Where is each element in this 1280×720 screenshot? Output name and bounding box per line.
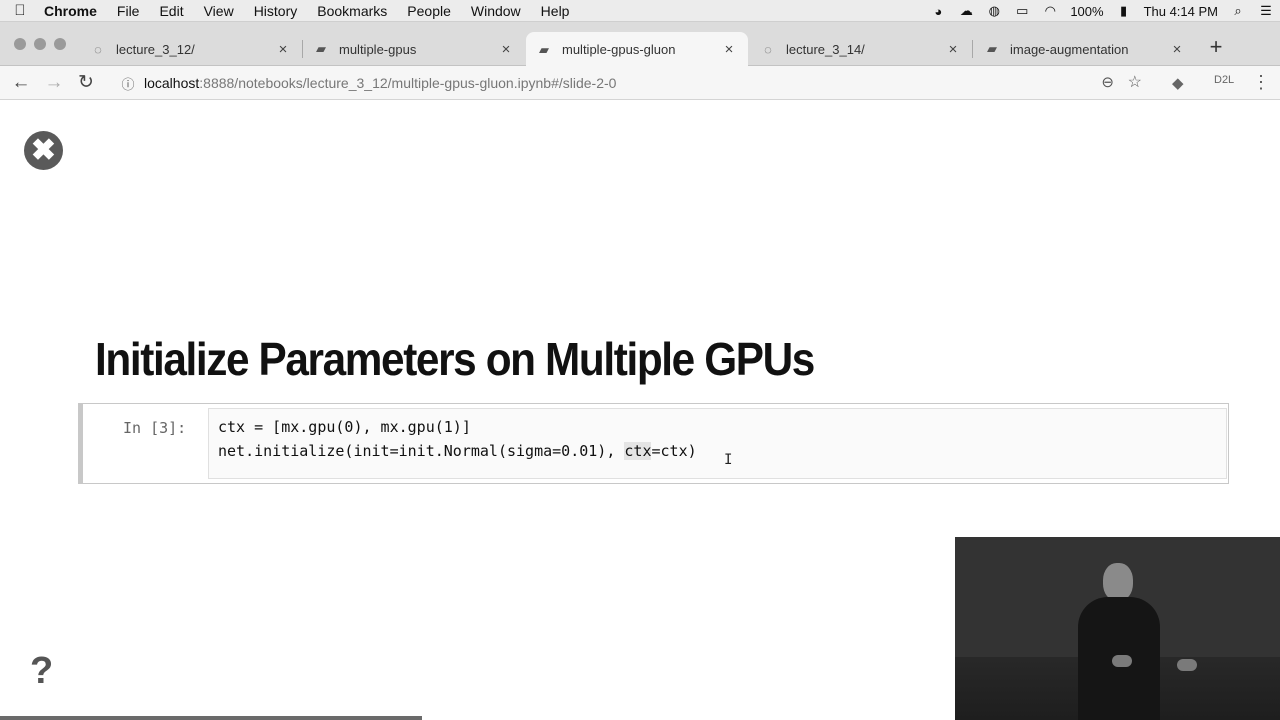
tab-divider (972, 40, 973, 58)
selected-text: ctx (624, 442, 652, 460)
clock[interactable]: Thu 4:14 PM (1144, 4, 1218, 19)
cloud-icon[interactable]: ☁ (955, 3, 977, 19)
creative-cloud-icon[interactable]: ◕ (927, 4, 949, 19)
menu-history[interactable]: History (244, 3, 308, 19)
close-icon[interactable]: × (276, 41, 290, 58)
input-prompt: In [3]: (123, 419, 187, 437)
close-slideshow-icon[interactable]: ✖ (24, 131, 63, 170)
text-cursor-icon: I (724, 452, 733, 468)
close-icon[interactable]: × (722, 41, 736, 58)
reload-icon[interactable]: ↻ (75, 72, 97, 94)
webcam-video (955, 537, 1280, 720)
page-icon: ▰ (316, 41, 326, 56)
presenter-head (1103, 563, 1133, 601)
bookmark-star-icon[interactable]: ☆ (1128, 72, 1142, 92)
kebab-menu-icon[interactable]: ⋮ (1252, 72, 1270, 93)
code-cell[interactable]: In [3]: ctx = [mx.gpu(0), mx.gpu(1)] net… (78, 403, 1229, 484)
loading-icon: ◌ (764, 41, 772, 57)
extension-icon[interactable]: ◆ (1172, 74, 1184, 92)
minimize-window-button[interactable] (34, 38, 46, 50)
tab-label: image-augmentation (1010, 41, 1129, 57)
tab-strip: ◌ lecture_3_12/ × ▰ multiple-gpus × ▰ mu… (0, 22, 1280, 67)
page-icon: ▰ (539, 41, 549, 57)
tab-lecture-3-14[interactable]: ◌ lecture_3_14/ × (750, 32, 972, 66)
address-bar[interactable]: ⓘ localhost:8888/notebooks/lecture_3_12/… (112, 70, 1148, 96)
spotlight-search-icon[interactable]: ⌕ (1227, 3, 1249, 19)
notification-center-icon[interactable]: ☰ (1255, 3, 1277, 19)
help-button[interactable]: ? (30, 650, 53, 693)
code-line: ctx = [mx.gpu(0), mx.gpu(1)] (218, 418, 471, 436)
page-icon: ▰ (987, 41, 997, 56)
tab-label: multiple-gpus-gluon (562, 42, 676, 57)
menu-view[interactable]: View (194, 3, 244, 19)
loading-icon: ◌ (94, 41, 102, 57)
menu-edit[interactable]: Edit (149, 3, 193, 19)
url-host: localhost (144, 75, 200, 91)
battery-icon[interactable]: ▮ (1113, 3, 1135, 19)
tab-label: lecture_3_12/ (116, 41, 195, 57)
tab-label: lecture_3_14/ (786, 41, 865, 57)
globe-icon[interactable]: ◍ (983, 3, 1005, 19)
menu-bar:  Chrome File Edit View History Bookmark… (0, 0, 1280, 22)
close-icon[interactable]: × (1170, 41, 1184, 58)
close-icon[interactable]: × (499, 41, 513, 58)
browser-toolbar: ← → ↻ ⓘ localhost:8888/notebooks/lecture… (0, 66, 1280, 100)
tab-lecture-3-12[interactable]: ◌ lecture_3_12/ × (80, 32, 302, 66)
close-window-button[interactable] (14, 38, 26, 50)
menu-file[interactable]: File (107, 3, 150, 19)
code-text: net.initialize(init=init.Normal(sigma=0.… (218, 442, 625, 460)
new-tab-button[interactable]: + (1206, 36, 1226, 58)
info-icon[interactable]: ⓘ (118, 74, 138, 93)
url-path: :8888/notebooks/lecture_3_12/multiple-gp… (199, 75, 617, 91)
zoom-window-button[interactable] (54, 38, 66, 50)
code-editor[interactable]: ctx = [mx.gpu(0), mx.gpu(1)] net.initial… (208, 408, 1227, 479)
menu-bookmarks[interactable]: Bookmarks (307, 3, 397, 19)
apple-icon[interactable]:  (0, 2, 40, 19)
airplay-icon[interactable]: ▭ (1011, 3, 1033, 19)
code-text: =ctx) (651, 442, 697, 460)
zoom-icon[interactable]: ⊖ (1101, 73, 1114, 91)
menu-chrome[interactable]: Chrome (40, 3, 107, 19)
tab-image-augmentation[interactable]: ▰ image-augmentation × (974, 32, 1196, 66)
presenter-hand (1112, 655, 1132, 667)
window-controls (14, 38, 66, 50)
status-area: ◕ ☁ ◍ ▭ ◠ 100% ▮ Thu 4:14 PM ⌕ ☰ (924, 0, 1280, 22)
slide-title: Initialize Parameters on Multiple GPUs (95, 333, 815, 385)
forward-arrow-icon[interactable]: → (43, 72, 65, 94)
menu-help[interactable]: Help (531, 3, 580, 19)
tab-multiple-gpus[interactable]: ▰ multiple-gpus × (303, 32, 525, 66)
menu-window[interactable]: Window (461, 3, 531, 19)
slide-progress-bar (0, 716, 423, 720)
menu-people[interactable]: People (397, 3, 461, 19)
d2l-extension-label[interactable]: D2L (1214, 74, 1234, 86)
presenter-hand (1177, 659, 1197, 671)
back-arrow-icon[interactable]: ← (10, 72, 32, 94)
code-line: net.initialize(init=init.Normal(sigma=0.… (218, 442, 1226, 466)
tab-label: multiple-gpus (339, 41, 417, 57)
close-icon[interactable]: × (946, 41, 960, 58)
tab-multiple-gpus-gluon[interactable]: ▰ multiple-gpus-gluon × (526, 32, 748, 67)
battery-percent: 100% (1070, 3, 1104, 19)
wifi-icon[interactable]: ◠ (1039, 3, 1061, 19)
